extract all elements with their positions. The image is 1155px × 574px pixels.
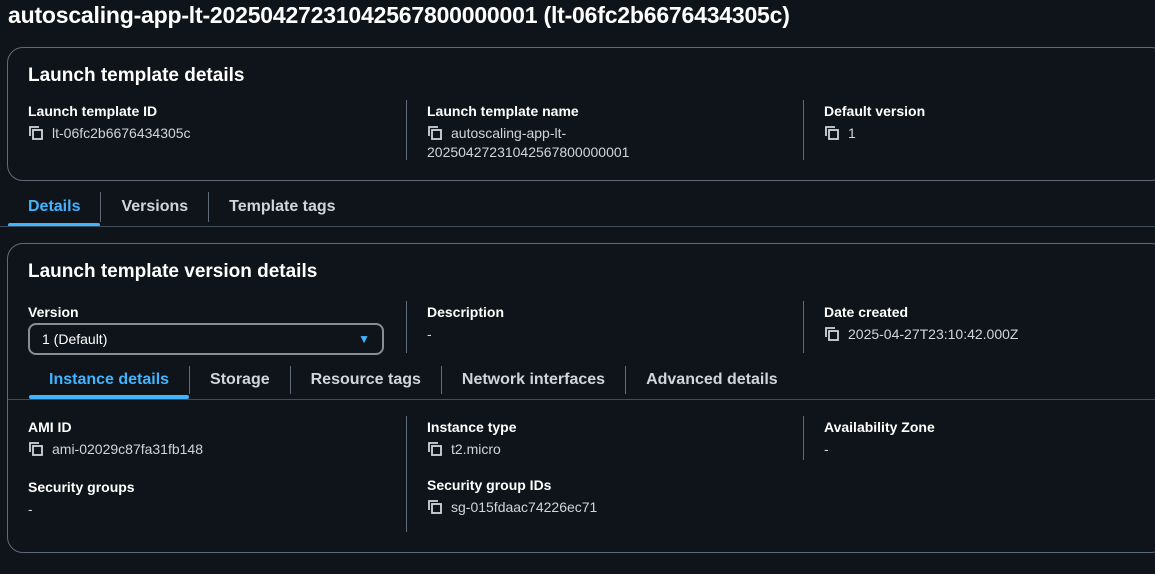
version-details-panel: Launch template version details Version …	[7, 243, 1155, 553]
template-name-value: autoscaling-app-lt-	[451, 123, 566, 143]
security-group-ids-label: Security group IDs	[427, 477, 552, 493]
security-groups-label: Security groups	[28, 479, 135, 495]
caret-down-icon: ▼	[358, 332, 370, 346]
launch-template-details-panel: Launch template details Launch template …	[7, 47, 1155, 181]
ami-id-value: ami-02029c87fa31fb148	[52, 441, 204, 457]
availability-zone-value: -	[824, 441, 829, 457]
copy-icon[interactable]	[824, 125, 840, 141]
tab-resource-tags[interactable]: Resource tags	[291, 362, 441, 398]
template-id-label: Launch template ID	[28, 103, 158, 119]
copy-icon[interactable]	[427, 125, 443, 141]
copy-icon[interactable]	[427, 441, 443, 457]
tab-instance-details[interactable]: Instance details	[29, 362, 190, 399]
availability-zone-field: Availability Zone -	[803, 416, 1155, 460]
instance-type-field: Instance type t2.micro Security group ID…	[406, 416, 776, 532]
description-field: Description -	[406, 301, 776, 353]
tab-template-tags[interactable]: Template tags	[209, 188, 355, 226]
date-created-label: Date created	[824, 304, 909, 320]
tab-details[interactable]: Details	[8, 188, 101, 227]
tab-advanced-details[interactable]: Advanced details	[626, 362, 798, 398]
ami-id-label: AMI ID	[28, 419, 72, 435]
date-created-value: 2025-04-27T23:10:42.000Z	[848, 326, 1019, 342]
description-value: -	[427, 326, 432, 342]
version-select[interactable]: 1 (Default) ▼	[28, 323, 384, 355]
template-name-label: Launch template name	[427, 103, 579, 119]
sub-tabs-underline	[8, 399, 1155, 400]
tab-network-interfaces[interactable]: Network interfaces	[442, 362, 625, 398]
availability-zone-label: Availability Zone	[824, 419, 935, 435]
ami-id-field: AMI ID ami-02029c87fa31fb148	[28, 418, 398, 459]
version-select-value: 1 (Default)	[42, 331, 108, 347]
security-groups-field: Security groups -	[28, 478, 398, 519]
template-name-value-line1: autoscaling-app-lt-	[451, 125, 567, 141]
default-version-field: Default version 1	[803, 100, 1155, 160]
panel-heading: Launch template version details	[28, 261, 318, 282]
version-field: Version 1 (Default) ▼	[28, 303, 398, 355]
instance-type-label: Instance type	[427, 419, 517, 435]
panel-heading: Launch template details	[28, 65, 245, 86]
version-label: Version	[28, 304, 79, 320]
template-name-value-line2: 20250427231042567800000001	[427, 144, 630, 160]
copy-icon[interactable]	[28, 125, 44, 141]
security-group-ids-field: Security group IDs sg-015fdaac74226ec71	[427, 476, 776, 517]
security-group-ids-value: sg-015fdaac74226ec71	[451, 499, 598, 515]
main-tabs: Details Versions Template tags	[8, 188, 356, 227]
copy-icon[interactable]	[28, 441, 44, 457]
copy-icon[interactable]	[427, 499, 443, 515]
date-created-field: Date created 2025-04-27T23:10:42.000Z	[803, 301, 1155, 353]
default-version-value: 1	[848, 125, 856, 141]
sub-tabs: Instance details Storage Resource tags N…	[29, 362, 798, 399]
copy-icon[interactable]	[824, 326, 840, 342]
description-label: Description	[427, 304, 505, 320]
tab-storage[interactable]: Storage	[190, 362, 290, 398]
instance-type-value: t2.micro	[451, 441, 501, 457]
template-id-value: lt-06fc2b6676434305c	[52, 125, 191, 141]
page-title: autoscaling-app-lt-202504272310425678000…	[8, 2, 790, 28]
tab-versions[interactable]: Versions	[101, 188, 208, 226]
template-id-field: Launch template ID lt-06fc2b6676434305c	[28, 102, 398, 143]
default-version-label: Default version	[824, 103, 926, 119]
security-groups-value: -	[28, 501, 33, 517]
tabs-underline	[0, 226, 1155, 227]
